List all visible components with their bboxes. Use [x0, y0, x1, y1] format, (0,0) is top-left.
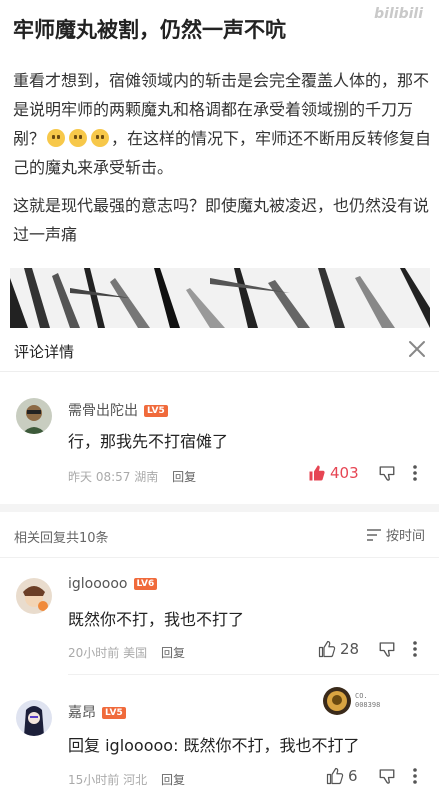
close-button[interactable] — [405, 337, 429, 361]
comment-detail-sheet: 评论详情 需骨出陀出LV5 行，那我先不打宿傩了 昨天 08:57 湖南 回复 — [0, 328, 439, 800]
post-content: 牢师魔丸被割，仍然一声不吭 bilibili 重看才想到，宿傩领域内的斩击是会完… — [0, 0, 439, 328]
more-button[interactable] — [412, 464, 418, 486]
like-button[interactable]: 403 — [308, 464, 359, 482]
reply-meta: 15小时前 河北 回复 — [68, 771, 185, 788]
post-title: 牢师魔丸被割，仍然一声不吭 — [13, 18, 286, 42]
thumbs-down-icon — [379, 642, 395, 657]
reply-item: iglooooo LV6 既然你不打，我也不打了 20小时前 美国 回复 28 — [0, 568, 439, 668]
close-icon — [409, 341, 425, 357]
reply-text: 回复 iglooooo: 既然你不打，我也不打了 — [68, 736, 360, 755]
replies-count: 相关回复共10条 — [14, 531, 109, 546]
reply-username[interactable]: 嘉昂 LV5 — [68, 702, 126, 722]
like-count: 28 — [340, 640, 360, 658]
level-badge: LV5 — [144, 405, 168, 417]
like-button[interactable]: 28 — [318, 640, 359, 658]
like-button[interactable]: 6 — [326, 767, 358, 785]
sheet-title: 评论详情 — [14, 343, 75, 361]
comment-meta: 昨天 08:57 湖南 回复 — [68, 468, 196, 485]
avatar[interactable] — [16, 700, 52, 736]
thumbs-up-icon — [326, 767, 344, 785]
sheet-header: 评论详情 — [0, 328, 439, 372]
smile-emoji-icon — [91, 129, 110, 147]
reply-button[interactable]: 回复 — [172, 470, 196, 484]
comment-text: 行，那我先不打宿傩了 — [68, 432, 229, 451]
thumbs-down-icon — [379, 466, 395, 481]
fan-badge-text: CO. 008398 — [355, 692, 381, 709]
reply-button[interactable]: 回复 — [161, 646, 185, 660]
reply-meta: 20小时前 美国 回复 — [68, 644, 185, 661]
more-button[interactable] — [412, 640, 418, 662]
reply-location: 河北 — [123, 773, 148, 787]
more-vertical-icon — [413, 465, 417, 481]
more-button[interactable] — [412, 767, 418, 789]
section-divider — [0, 504, 439, 512]
reply-divider — [68, 674, 439, 675]
comment-time: 昨天 08:57 — [68, 470, 131, 484]
smile-emoji-icon — [69, 129, 88, 147]
dislike-button[interactable] — [378, 767, 396, 789]
smile-emoji-icon — [47, 129, 66, 147]
fan-badge: CO. 008398 — [322, 686, 380, 716]
reply-time: 15小时前 — [68, 773, 120, 787]
like-count: 6 — [348, 767, 358, 785]
more-vertical-icon — [413, 641, 417, 657]
thumbs-up-icon — [318, 640, 336, 658]
sort-button[interactable]: 按时间 — [366, 525, 425, 544]
avatar[interactable] — [16, 578, 52, 614]
post-body: 重看才想到，宿傩领域内的斩击是会完全覆盖人体的，那不是说明牢师的两颗魔丸和格调都… — [13, 66, 433, 258]
thumbs-down-icon — [379, 769, 395, 784]
comment-username[interactable]: 需骨出陀出 LV5 — [68, 400, 168, 420]
comment-location: 湖南 — [134, 470, 159, 484]
sort-icon — [366, 528, 381, 541]
post-paragraph-1: 重看才想到，宿傩领域内的斩击是会完全覆盖人体的，那不是说明牢师的两颗魔丸和格调都… — [13, 71, 432, 177]
reply-time: 20小时前 — [68, 646, 120, 660]
dislike-button[interactable] — [378, 640, 396, 662]
avatar[interactable] — [16, 398, 52, 434]
more-vertical-icon — [413, 768, 417, 784]
main-comment: 需骨出陀出 LV5 行，那我先不打宿傩了 昨天 08:57 湖南 回复 403 — [0, 388, 439, 498]
level-badge: LV6 — [133, 578, 158, 590]
dislike-button[interactable] — [378, 464, 396, 486]
replies-header: 相关回复共10条 按时间 — [0, 512, 439, 558]
post-paragraph-2: 这就是现代最强的意志吗？即使魔丸被凌迟，也仍然没有说过一声痛 — [13, 196, 430, 244]
reply-button[interactable]: 回复 — [161, 773, 185, 787]
reply-text: 既然你不打，我也不打了 — [68, 610, 245, 629]
reply-location: 美国 — [123, 646, 148, 660]
thumbs-up-icon — [309, 465, 325, 481]
level-badge: LV5 — [102, 707, 126, 719]
bilibili-watermark: bilibili — [374, 6, 423, 22]
reply-username[interactable]: iglooooo LV6 — [68, 576, 158, 592]
manga-image — [10, 268, 430, 328]
fan-badge-icon — [323, 687, 351, 715]
like-count: 403 — [330, 464, 359, 482]
